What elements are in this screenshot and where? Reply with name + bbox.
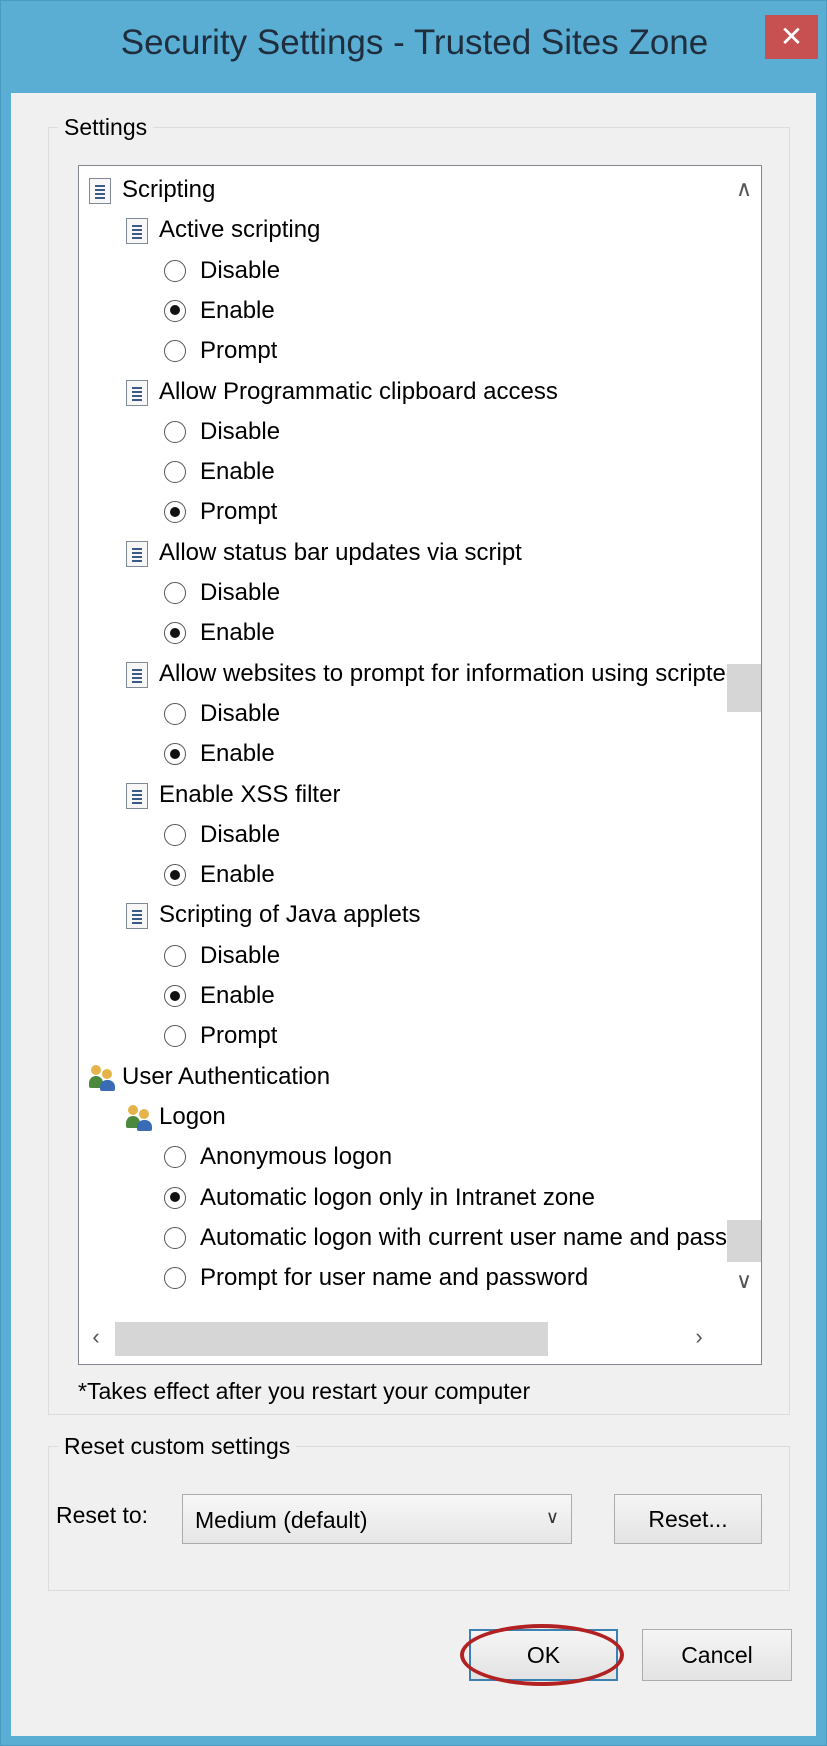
category-label: Scripting — [122, 176, 216, 203]
option-label: Prompt for user name and password — [200, 1264, 589, 1292]
option-label: Disable — [200, 256, 281, 284]
scroll-up-arrow-icon[interactable]: ∧ — [727, 176, 761, 202]
reset-level-dropdown[interactable]: Medium (default) ∨ — [182, 1494, 572, 1544]
radio-unselected-icon[interactable] — [164, 461, 186, 484]
vertical-scroll-thumb-lower[interactable] — [727, 1220, 761, 1262]
vertical-scroll-thumb-upper[interactable] — [727, 664, 761, 712]
restart-note: *Takes effect after you restart your com… — [78, 1378, 531, 1404]
option-label: Enable — [200, 740, 275, 768]
setting-label: Allow websites to prompt for information… — [159, 659, 727, 687]
ok-button[interactable]: OK — [469, 1629, 618, 1681]
scroll-down-arrow-icon[interactable]: ∨ — [727, 1268, 761, 1294]
radio-unselected-icon[interactable] — [164, 944, 186, 967]
reset-level-value: Medium (default) — [195, 1507, 368, 1533]
script-icon — [126, 661, 148, 688]
option-label: Enable — [200, 458, 275, 486]
setting-label: Enable XSS filter — [159, 780, 341, 808]
scroll-right-arrow-icon[interactable]: › — [684, 1324, 714, 1350]
chevron-down-icon: ∨ — [545, 1507, 559, 1527]
cancel-button[interactable]: Cancel — [642, 1629, 792, 1681]
radio-unselected-icon[interactable] — [164, 823, 186, 846]
radio-unselected-icon[interactable] — [164, 1226, 186, 1249]
option-label: Automatic logon with current user name a… — [200, 1223, 727, 1251]
scroll-left-arrow-icon[interactable]: ‹ — [81, 1324, 111, 1350]
category-label: User Authentication — [122, 1062, 331, 1090]
option-label: Automatic logon only in Intranet zone — [200, 1183, 595, 1211]
option-label: Prompt — [200, 337, 278, 365]
option-label: Enable — [200, 296, 275, 324]
radio-unselected-icon[interactable] — [164, 259, 186, 282]
settings-group-label: Settings — [58, 114, 154, 141]
vertical-scrollbar[interactable] — [727, 166, 761, 1314]
script-icon — [126, 379, 148, 406]
script-icon — [126, 782, 148, 809]
setting-label: Allow Programmatic clipboard access — [159, 377, 558, 405]
script-icon — [89, 178, 111, 204]
option-label: Enable — [200, 619, 275, 647]
horizontal-scroll-thumb[interactable] — [115, 1322, 548, 1356]
setting-label: Allow status bar updates via script — [159, 538, 522, 566]
radio-unselected-icon[interactable] — [164, 420, 186, 443]
option-label: Anonymous logon — [200, 1143, 393, 1171]
option-label: Enable — [200, 861, 275, 889]
option-label: Enable — [200, 982, 275, 1009]
radio-unselected-icon[interactable] — [164, 702, 186, 725]
option-label: Prompt — [200, 498, 278, 526]
option-label: Disable — [200, 417, 281, 445]
radio-selected-icon[interactable] — [164, 1186, 186, 1209]
setting-label: Logon — [159, 1102, 226, 1130]
radio-selected-icon[interactable] — [164, 299, 186, 322]
users-icon — [126, 1104, 154, 1131]
option-label: Disable — [200, 941, 281, 969]
script-icon — [126, 540, 148, 567]
reset-button[interactable]: Reset... — [614, 1494, 762, 1544]
script-icon — [126, 903, 148, 930]
reset-to-label: Reset to: — [56, 1502, 149, 1528]
users-icon — [89, 1064, 117, 1091]
setting-label: Active scripting — [159, 216, 321, 244]
radio-unselected-icon[interactable] — [164, 1267, 186, 1290]
option-label: Prompt — [200, 1022, 278, 1050]
setting-label: Scripting of Java applets — [159, 901, 421, 929]
option-label: Disable — [200, 699, 281, 727]
script-icon — [126, 218, 148, 245]
close-button[interactable]: ✕ — [765, 15, 818, 59]
title-bar[interactable]: Security Settings - Trusted Sites Zone ✕ — [1, 1, 827, 93]
option-label: Disable — [200, 820, 281, 848]
radio-unselected-icon[interactable] — [164, 582, 186, 604]
radio-selected-icon[interactable] — [164, 985, 186, 1007]
window-title: Security Settings - Trusted Sites Zone — [120, 23, 709, 62]
option-label: Disable — [200, 579, 281, 606]
reset-group-label: Reset custom settings — [58, 1433, 297, 1460]
radio-selected-icon[interactable] — [164, 864, 186, 887]
